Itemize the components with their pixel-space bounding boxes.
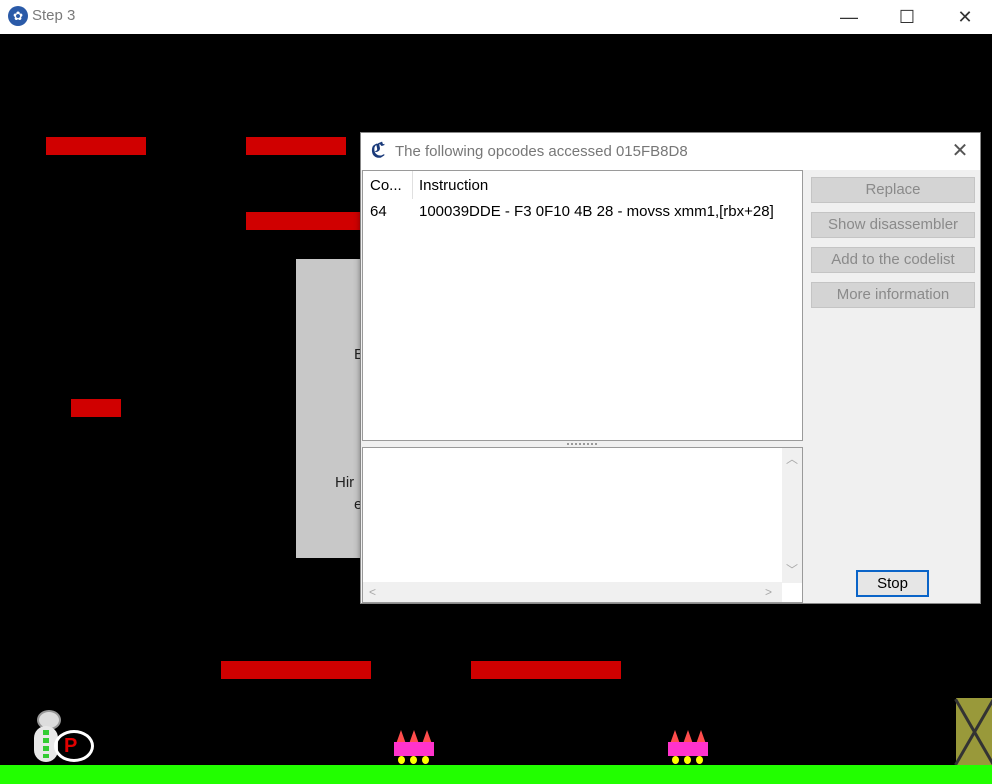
opcodes-dialog: ℭ The following opcodes accessed 015FB8D… <box>360 132 981 604</box>
chevron-up-icon[interactable]: ︿ <box>786 450 798 467</box>
exit-door <box>954 698 992 766</box>
chevron-right-icon[interactable]: > <box>765 585 772 599</box>
column-header-count[interactable]: Co... <box>363 171 413 199</box>
window-titlebar: ✿ Step 3 — ☐ ✕ <box>0 0 992 34</box>
stop-button[interactable]: Stop <box>856 570 929 597</box>
replace-button[interactable]: Replace <box>811 177 975 203</box>
player-character: P <box>30 708 100 766</box>
tutorial-panel: E Hir e <box>296 259 364 558</box>
row-instruction: 100039DDE - F3 0F10 4B 28 - movss xmm1,[… <box>419 203 774 220</box>
chevron-down-icon[interactable]: ﹀ <box>786 561 798 578</box>
more-information-button[interactable]: More information <box>811 282 975 308</box>
platform <box>471 661 621 679</box>
maximize-button[interactable]: ☐ <box>878 0 936 34</box>
horizontal-scrollbar[interactable]: < > <box>363 582 782 602</box>
platform <box>246 137 346 155</box>
close-button[interactable]: ✕ <box>936 0 992 34</box>
cheat-engine-icon: ℭ <box>371 140 386 162</box>
ground <box>0 765 992 784</box>
tutorial-text: Hir <box>335 474 355 491</box>
show-disassembler-button[interactable]: Show disassembler <box>811 212 975 238</box>
details-memo[interactable]: ︿ ﹀ < > <box>362 447 803 603</box>
row-count: 64 <box>370 203 387 220</box>
vertical-scrollbar[interactable]: ︿ ﹀ <box>782 448 802 583</box>
platform <box>221 661 371 679</box>
table-row[interactable]: 64 100039DDE - F3 0F10 4B 28 - movss xmm… <box>363 199 802 223</box>
dialog-title: The following opcodes accessed 015FB8D8 <box>395 143 688 160</box>
dialog-close-button[interactable]: ✕ <box>947 138 973 164</box>
add-to-codelist-button[interactable]: Add to the codelist <box>811 247 975 273</box>
spike-enemy <box>668 730 708 766</box>
grip-icon <box>567 443 599 445</box>
column-header-instruction[interactable]: Instruction <box>413 171 802 199</box>
platform <box>246 212 362 230</box>
column-header-instruction-label: Instruction <box>419 177 489 194</box>
column-header-count-label: Co... <box>370 177 402 194</box>
opcode-list[interactable]: Co... Instruction 64 100039DDE - F3 0F10… <box>362 170 803 441</box>
window-title: Step 3 <box>32 7 76 24</box>
chevron-left-icon[interactable]: < <box>369 585 376 599</box>
platform <box>71 399 121 417</box>
paw-icon: ✿ <box>8 6 28 26</box>
spike-enemy <box>394 730 434 766</box>
minimize-button[interactable]: — <box>820 0 878 34</box>
platform <box>46 137 146 155</box>
player-badge: P <box>64 735 78 757</box>
dialog-titlebar[interactable]: ℭ The following opcodes accessed 015FB8D… <box>361 133 980 170</box>
